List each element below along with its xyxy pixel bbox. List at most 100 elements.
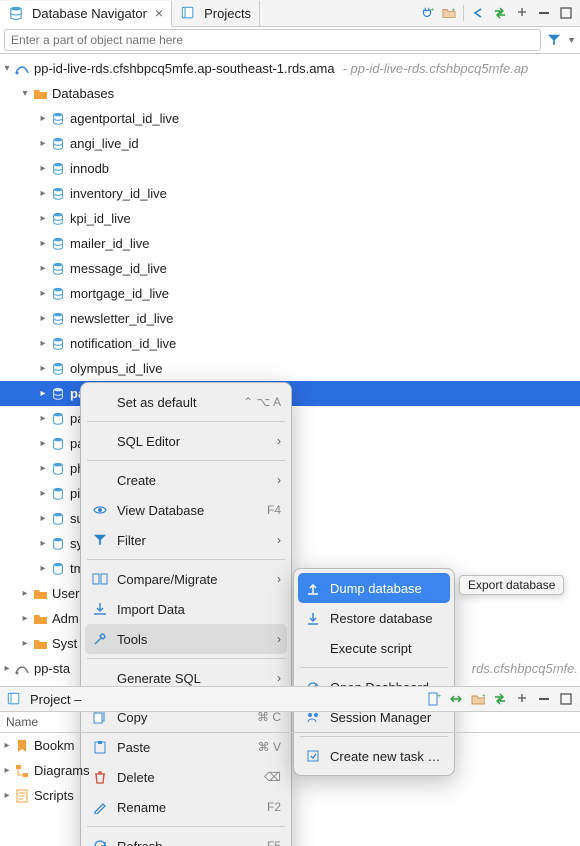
database-icon (50, 286, 66, 302)
expander-closed-icon[interactable]: ▸ (36, 388, 50, 399)
expander-closed-icon[interactable]: ▸ (36, 138, 50, 149)
menu-create[interactable]: Create› (81, 465, 291, 495)
svg-text:+: + (431, 6, 435, 13)
submenu-execute-script[interactable]: Execute script (294, 633, 454, 663)
mysql-connection-icon (14, 661, 30, 677)
menu-sql-editor[interactable]: SQL Editor› (81, 426, 291, 456)
database-label: newsletter_id_live (70, 311, 173, 326)
expander-closed-icon[interactable]: ▸ (18, 613, 32, 624)
svg-text:+: + (482, 693, 485, 700)
menu-filter[interactable]: Filter› (81, 525, 291, 555)
connection-node[interactable]: ▾ pp-id-live-rds.cfshbpcq5mfe.ap-southea… (0, 56, 580, 81)
close-icon[interactable]: × (155, 5, 163, 21)
expander-closed-icon[interactable]: ▸ (36, 188, 50, 199)
folder-label: Syst (52, 636, 77, 651)
database-node[interactable]: ▸angi_live_id (0, 131, 580, 156)
database-node[interactable]: ▸kpi_id_live (0, 206, 580, 231)
expander-closed-icon[interactable]: ▸ (36, 163, 50, 174)
project-item[interactable]: ▸Scripts (0, 783, 580, 808)
database-node[interactable]: ▸message_id_live (0, 256, 580, 281)
bookmark-icon (14, 738, 30, 754)
database-icon (50, 311, 66, 327)
tab-database-navigator[interactable]: Database Navigator × (0, 1, 172, 27)
arrow-swap-icon[interactable] (492, 691, 508, 707)
database-label: mortgage_id_live (70, 286, 169, 301)
expander-open-icon[interactable]: ▾ (18, 88, 32, 99)
plug-icon[interactable]: + (419, 5, 435, 21)
collapse-icon[interactable] (514, 5, 530, 21)
submenu-dump-database[interactable]: Dump database (298, 573, 450, 603)
database-node[interactable]: ▸notification_id_live (0, 331, 580, 356)
expander-closed-icon[interactable]: ▸ (36, 463, 50, 474)
maximize-icon[interactable] (558, 691, 574, 707)
database-label: agentportal_id_live (70, 111, 179, 126)
connection-info: - pp-id-live-rds.cfshbpcq5mfe.ap (343, 61, 529, 76)
expander-closed-icon[interactable]: ▸ (36, 213, 50, 224)
filter-icon (91, 531, 109, 549)
database-icon (50, 111, 66, 127)
tab-projects[interactable]: Projects (172, 1, 260, 26)
expander-closed-icon[interactable]: ▸ (36, 238, 50, 249)
minimize-icon[interactable] (536, 691, 552, 707)
expander-closed-icon[interactable]: ▸ (36, 263, 50, 274)
database-node[interactable]: ▸olympus_id_live (0, 356, 580, 381)
chevron-down-icon[interactable]: ▼ (567, 35, 576, 45)
expander-closed-icon[interactable]: ▸ (36, 488, 50, 499)
menu-view-database[interactable]: View DatabaseF4 (81, 495, 291, 525)
expander-closed-icon[interactable]: ▸ (36, 288, 50, 299)
maximize-icon[interactable] (558, 5, 574, 21)
menu-import[interactable]: Import Data (81, 594, 291, 624)
database-node[interactable]: ▸mailer_id_live (0, 231, 580, 256)
arrow-swap-icon[interactable] (492, 5, 508, 21)
expander-closed-icon[interactable]: ▸ (0, 790, 14, 801)
submenu-restore-database[interactable]: Restore database (294, 603, 454, 633)
expander-closed-icon[interactable]: ▸ (18, 588, 32, 599)
download-icon (304, 609, 322, 627)
panel-title: Project – (30, 692, 81, 707)
expander-closed-icon[interactable]: ▸ (36, 363, 50, 374)
expander-closed-icon[interactable]: ▸ (36, 513, 50, 524)
expander-closed-icon[interactable]: ▸ (18, 638, 32, 649)
database-node[interactable]: ▸ agentportal_id_live (0, 106, 580, 131)
menu-compare[interactable]: Compare/Migrate› (81, 564, 291, 594)
expander-closed-icon[interactable]: ▸ (36, 438, 50, 449)
expander-open-icon[interactable]: ▾ (0, 63, 14, 74)
database-node[interactable]: ▸innodb (0, 156, 580, 181)
menu-refresh[interactable]: RefreshF5 (81, 831, 291, 846)
arrow-left-icon[interactable] (470, 5, 486, 21)
database-node[interactable]: ▸ mortgage_id_live (0, 281, 580, 306)
expander-closed-icon[interactable]: ▸ (36, 413, 50, 424)
database-node[interactable]: ▸inventory_id_live (0, 181, 580, 206)
menu-set-default[interactable]: Set as default⌃ ⌥ A (81, 387, 291, 417)
item-label: Diagrams (34, 763, 90, 778)
expander-closed-icon[interactable]: ▸ (0, 740, 14, 751)
chevron-right-icon: › (277, 572, 281, 586)
connection-label: pp-sta (34, 661, 70, 676)
new-file-icon[interactable]: + (426, 691, 442, 707)
tab-bar: Database Navigator × Projects + + (0, 0, 580, 27)
expander-closed-icon[interactable]: ▸ (0, 663, 14, 674)
new-folder-icon[interactable]: + (441, 5, 457, 21)
new-folder-icon[interactable]: + (470, 691, 486, 707)
expander-closed-icon[interactable]: ▸ (36, 313, 50, 324)
menu-tools[interactable]: Tools› (85, 624, 287, 654)
minimize-icon[interactable] (536, 5, 552, 21)
chevron-right-icon: › (277, 632, 281, 646)
link-icon[interactable] (448, 691, 464, 707)
tooltip-text: Export database (468, 578, 555, 592)
expander-closed-icon[interactable]: ▸ (0, 765, 14, 776)
project-item[interactable]: ▸ Diagrams (0, 758, 580, 783)
collapse-icon[interactable] (514, 691, 530, 707)
expander-closed-icon[interactable]: ▸ (36, 338, 50, 349)
database-icon (50, 336, 66, 352)
expander-closed-icon[interactable]: ▸ (36, 563, 50, 574)
project-item[interactable]: ▸Bookm (0, 733, 580, 758)
expander-closed-icon[interactable]: ▸ (36, 538, 50, 549)
search-input[interactable] (4, 29, 541, 51)
expander-closed-icon[interactable]: ▸ (36, 113, 50, 124)
column-header[interactable]: Name (0, 712, 580, 733)
filter-funnel-icon[interactable] (545, 31, 563, 49)
databases-folder[interactable]: ▾ Databases (0, 81, 580, 106)
tab-label: Projects (204, 6, 251, 21)
database-node[interactable]: ▸ newsletter_id_live (0, 306, 580, 331)
